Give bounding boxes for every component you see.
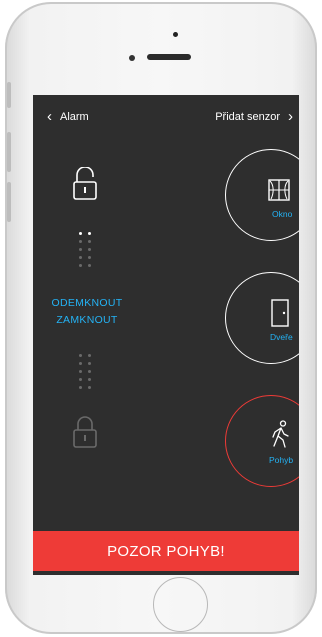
window-icon (268, 179, 290, 201)
sensor-window-label: Okno (272, 209, 293, 219)
home-button[interactable] (153, 577, 208, 632)
app-screen: ‹ Alarm Přidat senzor › ODEMKNOUT ZAMKNO… (33, 95, 299, 575)
sensor-motion[interactable]: Pohyb (225, 395, 299, 487)
volume-up-button (7, 132, 11, 172)
chevron-left-icon: ‹ (47, 108, 52, 125)
top-bar: ‹ Alarm Přidat senzor › (33, 95, 299, 141)
sensor-motion-label: Pohyb (269, 455, 294, 465)
add-sensor-label: Přidat senzor (215, 110, 280, 123)
lock-command[interactable]: ZAMKNOUT (33, 314, 141, 326)
sensor-dot-icon (129, 55, 135, 61)
sensor-door[interactable]: Dveře (225, 272, 299, 364)
front-camera-icon (173, 32, 178, 37)
door-icon (271, 299, 289, 327)
mute-switch (7, 82, 11, 108)
volume-down-button (7, 182, 11, 222)
unlock-command[interactable]: ODEMKNOUT (33, 297, 141, 309)
earpiece-speaker (147, 54, 191, 60)
sensor-window[interactable]: Okno (225, 149, 299, 241)
add-sensor-button[interactable]: Přidat senzor › (215, 109, 293, 124)
back-button[interactable]: ‹ Alarm (47, 109, 89, 124)
chevron-right-icon: › (288, 108, 293, 125)
sensor-door-label: Dveře (270, 332, 293, 342)
lock-progress-dots (79, 354, 95, 390)
back-label: Alarm (60, 110, 89, 123)
alert-banner: POZOR POHYB! (33, 531, 299, 571)
unlocked-lock-icon[interactable] (73, 167, 97, 201)
unlock-progress-dots (79, 232, 95, 268)
walking-person-icon (272, 420, 289, 448)
locked-lock-icon[interactable] (73, 415, 97, 449)
